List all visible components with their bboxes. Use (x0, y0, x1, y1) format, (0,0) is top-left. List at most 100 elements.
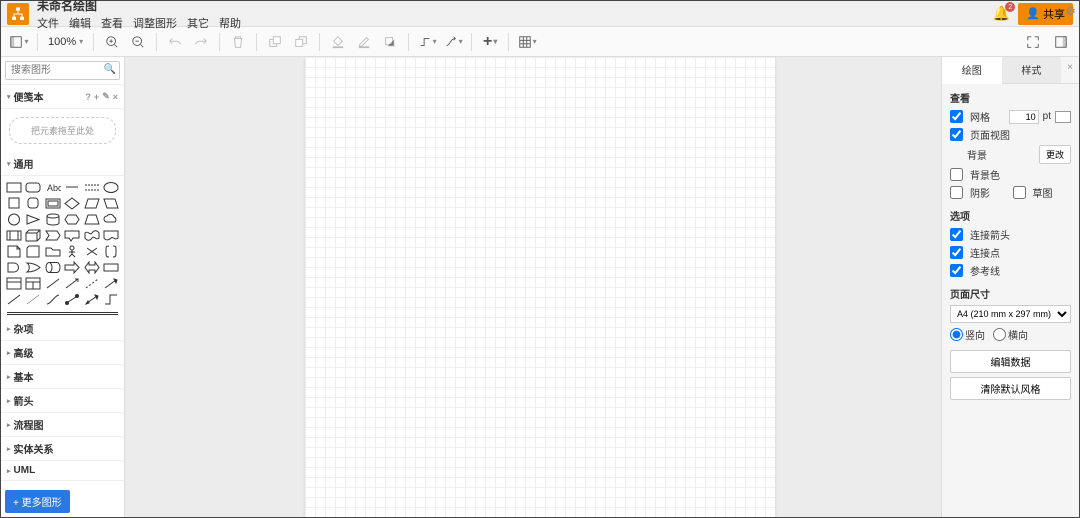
zoom-in-button[interactable] (100, 30, 124, 54)
category-er[interactable]: 实体关系 (1, 437, 124, 461)
shape-cross[interactable] (83, 244, 100, 258)
edit-data-button[interactable]: 编辑数据 (950, 350, 1071, 373)
shape-hexagon[interactable] (64, 212, 81, 226)
portrait-radio[interactable] (950, 328, 963, 341)
category-general[interactable]: 通用 (1, 152, 124, 176)
shape-trapezoid[interactable] (83, 212, 100, 226)
category-arrows[interactable]: 箭头 (1, 389, 124, 413)
shape-line-curve[interactable] (44, 292, 61, 306)
view-mode-button[interactable] (7, 30, 31, 54)
shape-folder[interactable] (44, 244, 61, 258)
scratchpad-edit[interactable]: ✎ (102, 91, 110, 102)
shape-arrow-both[interactable] (83, 260, 100, 274)
shape-and[interactable] (5, 260, 22, 274)
shape-list[interactable] (5, 276, 22, 290)
shape-line-endarrow[interactable] (103, 276, 120, 290)
shape-line-seg[interactable] (103, 292, 120, 306)
shape-cloud[interactable] (103, 212, 120, 226)
shape-card[interactable] (25, 244, 42, 258)
fullscreen-button[interactable] (1021, 30, 1045, 54)
more-shapes-button[interactable]: + 更多图形 (5, 490, 70, 513)
document-title[interactable]: 未命名绘图 (37, 0, 983, 14)
canvas[interactable] (125, 57, 941, 517)
to-back-button[interactable] (289, 30, 313, 54)
shape-document[interactable] (103, 228, 120, 242)
tab-diagram[interactable]: 绘图 (942, 57, 1002, 84)
delete-button[interactable] (226, 30, 250, 54)
shape-process[interactable] (5, 228, 22, 242)
guides-checkbox[interactable] (950, 264, 963, 277)
shape-line-h[interactable] (64, 180, 81, 194)
shape-line-thin[interactable] (25, 292, 42, 306)
category-basic[interactable]: 基本 (1, 365, 124, 389)
menu-view[interactable]: 查看 (101, 15, 123, 31)
category-advanced[interactable]: 高级 (1, 341, 124, 365)
clear-default-button[interactable]: 清除默认风格 (950, 377, 1071, 400)
landscape-radio[interactable] (993, 328, 1006, 341)
category-flowchart[interactable]: 流程图 (1, 413, 124, 437)
shape-bracket[interactable] (103, 244, 120, 258)
shadow-checkbox[interactable] (950, 186, 963, 199)
menu-extras[interactable]: 其它 (187, 15, 209, 31)
scratchpad-close[interactable]: × (113, 92, 118, 102)
category-misc[interactable]: 杂项 (1, 317, 124, 341)
shape-arrow-right[interactable] (64, 260, 81, 274)
shape-line-both[interactable] (83, 292, 100, 306)
shape-dashed[interactable] (83, 180, 100, 194)
tab-style[interactable]: 样式 (1002, 57, 1062, 83)
pagesize-select[interactable]: A4 (210 mm x 297 mm) (950, 305, 1071, 323)
to-front-button[interactable] (263, 30, 287, 54)
shape-line1[interactable] (44, 276, 61, 290)
waypoint-style-button[interactable] (441, 30, 465, 54)
scratchpad-add[interactable]: + (94, 92, 99, 102)
shape-double-rect[interactable] (44, 196, 61, 210)
zoom-dropdown[interactable]: 100% (44, 36, 87, 48)
table-button[interactable] (515, 30, 539, 54)
shape-rect-thin[interactable] (103, 260, 120, 274)
shape-parallelogram[interactable] (83, 196, 100, 210)
notifications-icon[interactable]: 🔔2 (993, 5, 1010, 22)
shape-circle[interactable] (5, 212, 22, 226)
app-logo[interactable] (7, 3, 29, 25)
grid-color-swatch[interactable] (1055, 111, 1071, 123)
shape-callout[interactable] (64, 228, 81, 242)
shape-square[interactable] (5, 196, 22, 210)
menu-arrange[interactable]: 调整图形 (133, 15, 177, 31)
insert-button[interactable]: + (478, 30, 502, 54)
shape-cube[interactable] (25, 228, 42, 242)
connection-style-button[interactable] (415, 30, 439, 54)
redo-button[interactable] (189, 30, 213, 54)
page[interactable] (305, 57, 775, 517)
shape-ellipse[interactable] (103, 180, 120, 194)
fill-color-button[interactable] (326, 30, 350, 54)
conn-arrows-checkbox[interactable] (950, 228, 963, 241)
shape-or[interactable] (25, 260, 42, 274)
shape-parallelogram2[interactable] (103, 196, 120, 210)
shape-text[interactable]: Abc (44, 180, 61, 194)
scratchpad-help[interactable]: ? (85, 92, 91, 102)
shape-data[interactable] (44, 260, 61, 274)
settings-icon[interactable]: ⚙ (1065, 4, 1076, 18)
shape-note[interactable] (5, 244, 22, 258)
shape-triangle[interactable] (25, 212, 42, 226)
close-panel-icon[interactable]: × (1061, 57, 1079, 83)
conn-points-checkbox[interactable] (950, 246, 963, 259)
grid-checkbox[interactable] (950, 110, 963, 123)
shape-rounded-rect[interactable] (25, 180, 42, 194)
shape-tape[interactable] (83, 228, 100, 242)
menu-edit[interactable]: 编辑 (69, 15, 91, 31)
shape-actor[interactable] (64, 244, 81, 258)
shape-cylinder[interactable] (44, 212, 61, 226)
menu-help[interactable]: 帮助 (219, 15, 241, 31)
change-bg-button[interactable]: 更改 (1039, 145, 1071, 164)
shape-step[interactable] (44, 228, 61, 242)
menu-file[interactable]: 文件 (37, 15, 59, 31)
grid-size-input[interactable] (1009, 110, 1039, 124)
shape-rect[interactable] (5, 180, 22, 194)
shape-line-dots[interactable] (64, 292, 81, 306)
shape-line-arrow[interactable] (64, 276, 81, 290)
zoom-out-button[interactable] (126, 30, 150, 54)
sketch-checkbox[interactable] (1013, 186, 1026, 199)
category-uml[interactable]: UML (1, 461, 124, 481)
undo-button[interactable] (163, 30, 187, 54)
